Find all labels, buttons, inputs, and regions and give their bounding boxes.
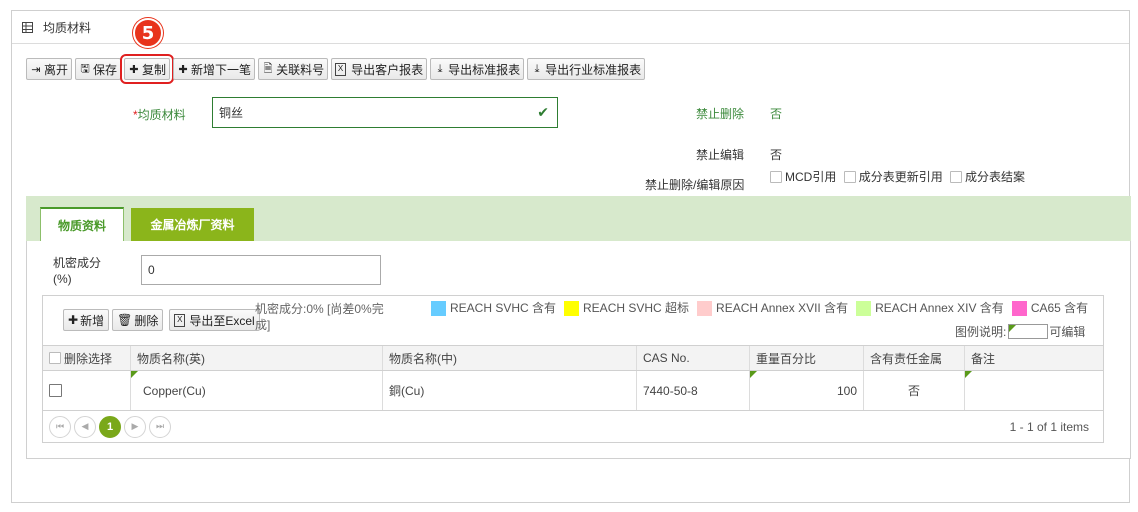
header-note[interactable]: 备注 (965, 346, 1103, 370)
add-next-button[interactable]: ✚ 新增下一笔 (173, 58, 256, 80)
reason-label: 禁止删除/编辑原因 (645, 178, 745, 192)
cell-cas: 7440-50-8 (637, 371, 750, 410)
table-grid-icon (22, 21, 33, 33)
checkbox[interactable] (770, 170, 782, 183)
select-all-checkbox[interactable] (49, 352, 61, 364)
save-icon: 🖫 (80, 62, 90, 75)
prev-page-icon[interactable]: ◀ (74, 415, 96, 438)
substance-grid: ✚ 新增 🗑 删除 X 导出至Excel 机密成分:0% [尚差0%完成] REACH… (42, 295, 1104, 443)
grid-delete-button[interactable]: 🗑 删除 (112, 309, 164, 331)
row-select-cell (43, 371, 131, 410)
reason-checkboxes: MCD引用 成分表更新引用 成分表结案 (770, 168, 1029, 186)
legend-item: REACH Annex XIV 含有 (856, 299, 1004, 317)
legend-swatch (564, 301, 580, 317)
cell-metal: 否 (864, 371, 965, 410)
link-part-number-button[interactable]: 🗎 关联料号 (258, 58, 329, 80)
grid-header: 删除选择 物质名称(英) 物质名称(中) CAS No. 重量百分比 含有责任金… (43, 345, 1103, 371)
secret-input[interactable]: 0 (141, 255, 381, 285)
secret-label: 机密成分 (%) (53, 256, 102, 286)
current-page-button[interactable]: 1 (99, 415, 121, 438)
export-standard-report-button[interactable]: ⤓ 导出标准报表 (430, 58, 525, 80)
copy-button[interactable]: ✚ 复制 (120, 54, 175, 84)
export-customer-report-button[interactable]: X 导出客户报表 (331, 58, 428, 80)
pager: ⏮ ◀ 1 ▶ ⏭ 1 - 1 of 1 items (43, 411, 1103, 442)
legend-item: CA65 含有 (1011, 299, 1088, 317)
toolbar: ⇥ 离开 🖫 保存 ✚ 复制 ✚ 新增下一笔 🗎 关联料号 X 导出客户报表 ⤓ 导出标准报表… (26, 54, 646, 84)
save-button[interactable]: 🖫 保存 (75, 58, 122, 80)
reason-mcd[interactable]: MCD引用 (770, 168, 836, 185)
legend-caption: 图例说明: 可编辑 (955, 324, 1086, 339)
cell-name-en[interactable]: Copper(Cu) (131, 371, 383, 410)
grid-add-button[interactable]: ✚ 新增 (63, 309, 110, 331)
panel-title: 均质材料 (43, 20, 92, 35)
reason-table-closed[interactable]: 成分表结案 (950, 168, 1025, 185)
download-icon: ⤓ (534, 62, 540, 75)
no-delete-label: 禁止删除 (696, 107, 745, 121)
first-page-icon[interactable]: ⏮ (49, 415, 71, 438)
secret-note: 机密成分:0% [尚差0%完成] (255, 302, 384, 332)
exit-icon: ⇥ (31, 63, 41, 76)
valid-check-icon: ✔ (537, 104, 549, 120)
table-row: Copper(Cu) 銅(Cu) 7440-50-8 100 否 (43, 371, 1103, 411)
row-checkbox[interactable] (49, 384, 62, 397)
header-cas[interactable]: CAS No. (637, 346, 750, 370)
tab-strip: 物质资料 金属冶炼厂资料 (26, 196, 1131, 241)
material-label: *均质材料 (133, 108, 186, 122)
excel-icon: X (335, 62, 347, 76)
editable-marker (750, 371, 757, 378)
editable-marker (965, 371, 972, 378)
legend-item: REACH SVHC 含有 (431, 299, 556, 317)
last-page-icon[interactable]: ⏭ (149, 415, 171, 438)
cell-name-cn: 銅(Cu) (383, 371, 637, 410)
legend: REACH SVHC 含有 REACH SVHC 超标 REACH Annex … (431, 299, 1088, 317)
reason-table-update[interactable]: 成分表更新引用 (843, 168, 943, 185)
pager-summary: 1 - 1 of 1 items (1009, 419, 1089, 434)
checkbox[interactable] (843, 170, 856, 183)
grid-export-excel-button[interactable]: X 导出至Excel (169, 309, 260, 331)
cell-note[interactable] (965, 371, 1103, 410)
legend-swatch (1011, 301, 1027, 317)
legend-swatch (431, 301, 446, 317)
panel-header: 均质材料 (12, 11, 1129, 44)
no-delete-value: 否 (770, 107, 783, 121)
plus-icon: ✚ (129, 63, 139, 76)
legend-item: REACH SVHC 超标 (564, 299, 689, 317)
step-number-badge: 5 (133, 18, 163, 48)
header-weight[interactable]: 重量百分比 (750, 346, 864, 370)
grid-toolbar: ✚ 新增 🗑 删除 X 导出至Excel (63, 309, 260, 331)
plus-icon: ✚ (68, 313, 79, 327)
material-input[interactable]: 铜丝 ✔ (212, 97, 558, 128)
next-page-icon[interactable]: ▶ (124, 415, 146, 438)
leave-button[interactable]: ⇥ 离开 (26, 58, 73, 80)
plus-icon: ✚ (178, 63, 188, 76)
no-edit-value: 否 (770, 148, 783, 162)
no-edit-label: 禁止编辑 (696, 148, 745, 162)
tab-content: 机密成分 (%) 0 ✚ 新增 🗑 删除 X 导出至Excel 机密成分:0% [尚差… (26, 241, 1131, 459)
download-icon: ⤓ (437, 62, 443, 75)
header-delete-select[interactable]: 删除选择 (43, 346, 131, 370)
header-metal[interactable]: 含有责任金属 (864, 346, 965, 370)
trash-icon: 🗑 (117, 313, 133, 327)
legend-swatch (697, 301, 713, 317)
legend-item: REACH Annex XVII 含有 (697, 299, 848, 317)
excel-icon: X (174, 313, 186, 327)
checkbox[interactable] (950, 170, 963, 183)
header-name-en[interactable]: 物质名称(英) (131, 346, 383, 370)
editable-marker (131, 371, 138, 378)
legend-swatch (856, 301, 872, 317)
material-panel: 均质材料 5 ⇥ 离开 🖫 保存 ✚ 复制 ✚ 新增下一笔 🗎 关联料号 X 导出客户报表 … (11, 10, 1131, 503)
document-icon: 🗎 (263, 62, 273, 75)
editable-swatch (1008, 324, 1049, 339)
cell-weight[interactable]: 100 (750, 371, 864, 410)
export-industry-report-button[interactable]: ⤓ 导出行业标准报表 (527, 58, 646, 80)
tab-smelter-data[interactable]: 金属冶炼厂资料 (131, 208, 254, 241)
tab-substance-data[interactable]: 物质资料 (40, 207, 124, 241)
header-name-cn[interactable]: 物质名称(中) (383, 346, 637, 370)
